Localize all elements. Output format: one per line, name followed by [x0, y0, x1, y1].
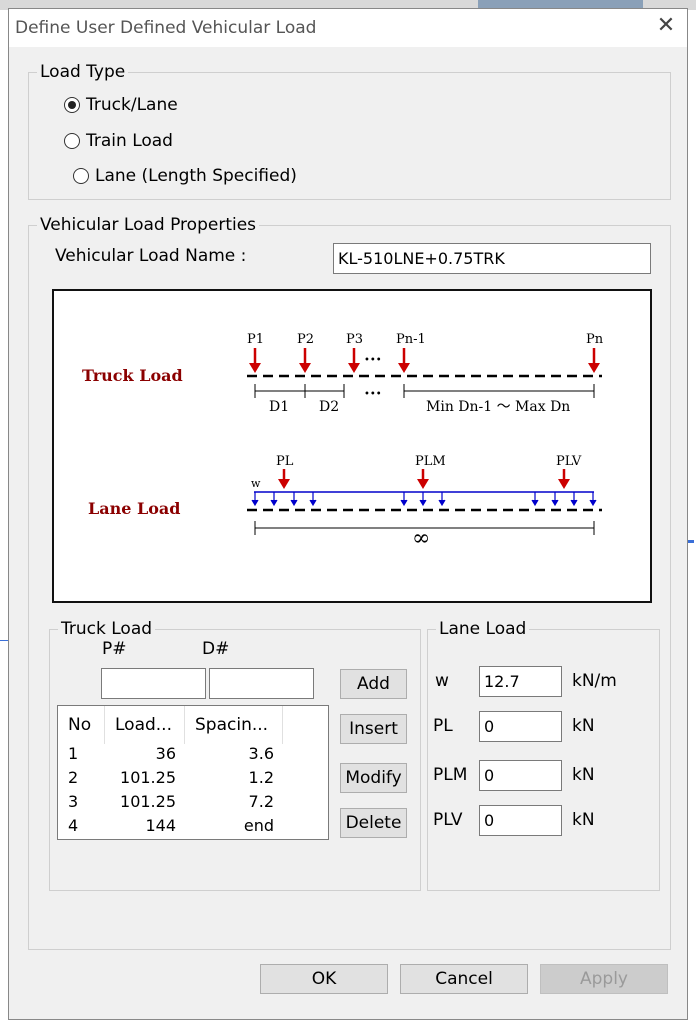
lane-infinity-label: ∞: [412, 526, 430, 551]
lane-w-unit: kN/m: [572, 671, 617, 691]
column-no[interactable]: No: [58, 706, 105, 744]
load-diagram: Truck Load P1 P2 P3 Pn-1 Pn ••• D1 D2 ••…: [52, 289, 652, 603]
lane-arrowhead-plm: [417, 479, 429, 489]
lane-plv-unit: kN: [572, 810, 595, 830]
row-no: 4: [68, 816, 79, 835]
lane-pl-unit: kN: [572, 716, 595, 736]
lane-label-plm: PLM: [415, 454, 446, 469]
row-spacing: 7.2: [248, 792, 274, 811]
lane-plv-label: PLV: [433, 810, 463, 830]
truck-dots-bottom: •••: [364, 389, 382, 400]
p-number-input[interactable]: [101, 668, 206, 699]
row-no: 2: [68, 768, 79, 787]
row-load: 101.25: [120, 792, 176, 811]
radio-lane-length[interactable]: Lane (Length Specified): [73, 166, 297, 186]
lane-label-pl: PL: [276, 454, 294, 469]
vehicular-load-dialog: Define User Defined Vehicular Load ✕ Loa…: [8, 8, 688, 1020]
lane-w-input[interactable]: 12.7: [479, 666, 562, 697]
vehicular-load-properties-legend: Vehicular Load Properties: [40, 215, 257, 235]
truck-arrowhead-p3: [348, 363, 360, 373]
title-bar: Define User Defined Vehicular Load ✕: [9, 9, 687, 47]
lane-plm-input[interactable]: 0: [479, 760, 562, 791]
truck-load-title: Truck Load: [82, 366, 183, 385]
radio-train-load[interactable]: Train Load: [64, 131, 173, 151]
vehicular-load-name-label: Vehicular Load Name :: [55, 246, 247, 266]
row-no: 1: [68, 744, 79, 763]
load-diagram-svg: Truck Load P1 P2 P3 Pn-1 Pn ••• D1 D2 ••…: [82, 332, 604, 551]
lane-w-label: w: [435, 671, 449, 691]
insert-button[interactable]: Insert: [340, 714, 407, 744]
row-spacing: 1.2: [248, 768, 274, 787]
row-spacing: 3.6: [248, 744, 274, 763]
lane-pl-input[interactable]: 0: [479, 711, 562, 742]
radio-train-load-indicator: [64, 133, 80, 149]
radio-truck-lane[interactable]: Truck/Lane: [64, 95, 178, 115]
background-marker: [688, 540, 694, 543]
lane-label-w: w: [251, 477, 261, 490]
add-button[interactable]: Add: [340, 669, 407, 699]
column-spacing[interactable]: Spacin...: [185, 706, 283, 744]
table-row[interactable]: 4 144 end: [58, 816, 328, 840]
truck-label-p1: P1: [247, 332, 264, 347]
close-icon[interactable]: ✕: [653, 13, 679, 39]
lane-arrowhead-pl: [278, 479, 290, 489]
truck-arrowhead-p2: [299, 363, 311, 373]
lane-plm-label: PLM: [433, 765, 468, 785]
truck-load-list[interactable]: No Load... Spacin... 1 36 3.6 2 101.25 1…: [57, 705, 329, 840]
table-row[interactable]: 3 101.25 7.2: [58, 792, 328, 816]
dialog-title: Define User Defined Vehicular Load: [15, 18, 317, 38]
cancel-button[interactable]: Cancel: [400, 964, 528, 994]
row-load: 101.25: [120, 768, 176, 787]
spacing-label-d2: D2: [319, 399, 339, 415]
table-row[interactable]: 2 101.25 1.2: [58, 768, 328, 792]
p-number-label: P#: [102, 639, 127, 659]
truck-arrowhead-p1: [249, 363, 261, 373]
delete-button[interactable]: Delete: [340, 808, 407, 838]
radio-train-load-label: Train Load: [86, 131, 173, 151]
radio-truck-lane-label: Truck/Lane: [86, 95, 178, 115]
lane-arrowhead-plv: [558, 479, 570, 489]
truck-load-list-header: No Load... Spacin...: [58, 706, 283, 746]
load-type-legend: Load Type: [40, 62, 126, 82]
table-row[interactable]: 1 36 3.6: [58, 744, 328, 768]
truck-load-legend: Truck Load: [61, 619, 153, 639]
lane-label-plv: PLV: [556, 454, 582, 469]
vehicular-load-name-input[interactable]: KL-510LNE+0.75TRK: [333, 243, 651, 274]
lane-distributed-arrows: [251, 492, 597, 507]
modify-button[interactable]: Modify: [340, 763, 407, 793]
d-number-label: D#: [202, 639, 230, 659]
lane-load-group: Lane Load: [427, 619, 660, 891]
d-number-input[interactable]: [209, 668, 314, 699]
row-load: 36: [155, 744, 176, 763]
lane-plm-unit: kN: [572, 765, 595, 785]
truck-dots-top: •••: [364, 355, 382, 366]
row-load: 144: [145, 816, 176, 835]
apply-button[interactable]: Apply: [540, 964, 668, 994]
truck-arrowhead-pn: [588, 363, 600, 373]
truck-label-pn-1: Pn-1: [396, 332, 426, 347]
truck-label-pn: Pn: [586, 332, 604, 347]
lane-load-title: Lane Load: [88, 499, 180, 518]
spacing-label-dn: Min Dn-1 ～ Max Dn: [426, 399, 570, 415]
column-load[interactable]: Load...: [105, 706, 185, 744]
ok-button[interactable]: OK: [260, 964, 388, 994]
lane-plv-input[interactable]: 0: [479, 805, 562, 836]
truck-label-p3: P3: [346, 332, 363, 347]
radio-lane-length-indicator: [73, 168, 89, 184]
lane-load-legend: Lane Load: [439, 619, 527, 639]
radio-lane-length-label: Lane (Length Specified): [95, 166, 297, 186]
truck-label-p2: P2: [297, 332, 314, 347]
radio-truck-lane-indicator: [64, 97, 80, 113]
lane-pl-label: PL: [433, 716, 453, 736]
spacing-label-d1: D1: [269, 399, 289, 415]
truck-arrowhead-pn-1: [398, 363, 410, 373]
row-spacing: end: [243, 816, 274, 835]
row-no: 3: [68, 792, 79, 811]
